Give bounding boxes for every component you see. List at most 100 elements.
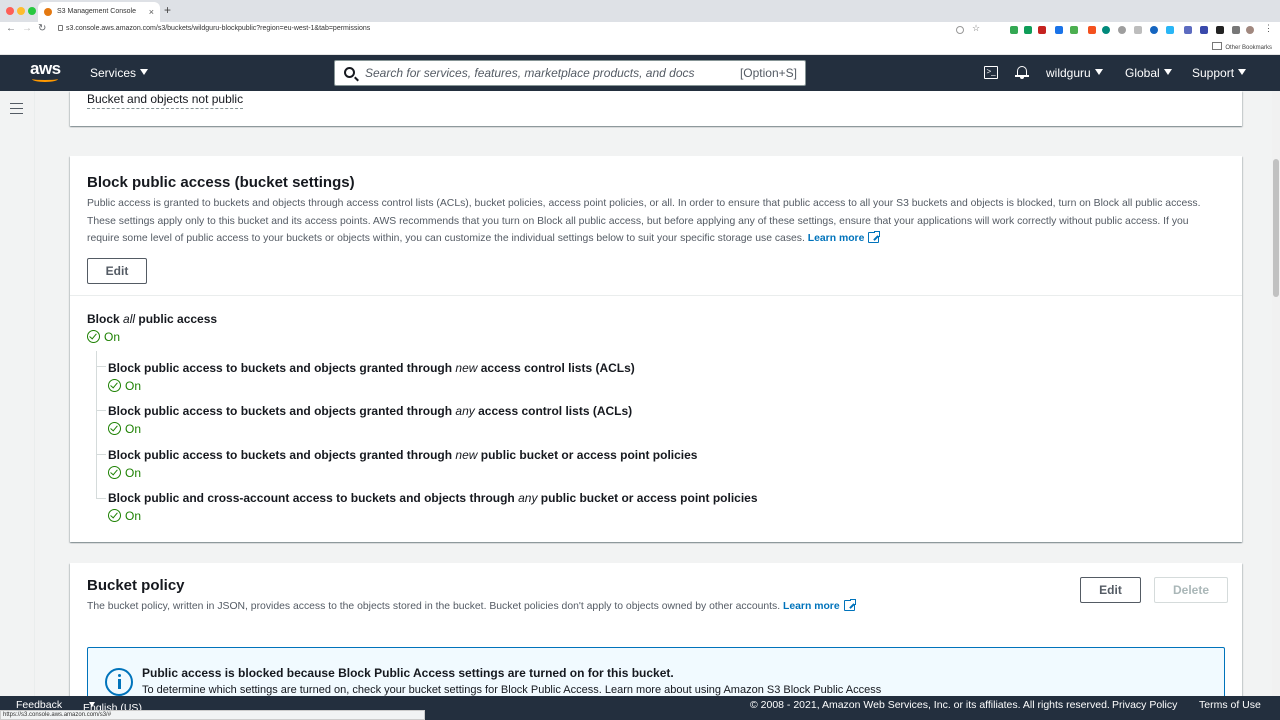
extension-icon[interactable]: [1102, 26, 1110, 34]
extension-icon[interactable]: [1184, 26, 1192, 34]
other-bookmarks-folder[interactable]: Other Bookmarks: [1212, 42, 1272, 51]
setting-label: Block public and cross-account access to…: [108, 491, 758, 505]
support-label: Support: [1192, 66, 1235, 80]
extension-icon[interactable]: [1055, 26, 1063, 34]
info-icon: [105, 668, 133, 696]
edit-block-public-access-button[interactable]: Edit: [87, 258, 147, 284]
setting-new-acls: Block public access to buckets and objec…: [108, 361, 635, 393]
services-menu[interactable]: Services: [90, 66, 149, 80]
window-zoom-control[interactable]: [28, 7, 36, 15]
cloudshell-icon[interactable]: >_: [984, 66, 998, 79]
new-tab-button[interactable]: +: [164, 3, 171, 17]
caret-down-icon: [1163, 69, 1172, 75]
caret-down-icon: [140, 69, 149, 75]
status-on: On: [108, 422, 632, 436]
setting-label: Block all public access: [87, 312, 218, 326]
description-text: Public access is granted to buckets and …: [87, 198, 1201, 244]
notifications-bell-icon[interactable]: [1015, 65, 1029, 79]
privacy-policy-link[interactable]: Privacy Policy: [1112, 699, 1177, 711]
browser-tab[interactable]: S3 Management Console ×: [38, 2, 160, 22]
window-minimize-control[interactable]: [17, 7, 25, 15]
block-public-access-description: Public access is granted to buckets and …: [87, 195, 1212, 248]
tree-connector: [96, 411, 106, 455]
caret-down-icon: [1238, 69, 1247, 75]
search-input[interactable]: [365, 63, 725, 83]
extension-icon[interactable]: [1118, 26, 1126, 34]
extension-icon[interactable]: [1166, 26, 1174, 34]
delete-bucket-policy-button[interactable]: Delete: [1154, 577, 1228, 603]
alert-body: To determine which settings are turned o…: [142, 684, 882, 696]
bookmarks-bar: Other Bookmarks: [0, 38, 1280, 55]
extension-icon[interactable]: [1200, 26, 1208, 34]
external-link-icon: [843, 598, 857, 611]
account-menu[interactable]: wildguru: [1046, 66, 1103, 80]
status-on: On: [108, 379, 635, 393]
extension-icon[interactable]: [1070, 26, 1078, 34]
tab-close-icon[interactable]: ×: [149, 2, 154, 22]
tree-connector: [96, 351, 106, 367]
aws-favicon-icon: [44, 8, 52, 16]
setting-any-acls: Block public access to buckets and objec…: [108, 404, 632, 436]
aws-logo[interactable]: aws: [30, 60, 62, 85]
edit-bucket-policy-button[interactable]: Edit: [1080, 577, 1141, 603]
hamburger-menu-icon[interactable]: [10, 103, 23, 114]
access-summary-text[interactable]: Bucket and objects not public: [87, 92, 244, 109]
block-public-access-title: Block public access (bucket settings): [87, 174, 355, 191]
profile-avatar[interactable]: [1246, 26, 1254, 34]
block-public-access-card: Block public access (bucket settings) Pu…: [70, 156, 1242, 542]
extension-icon[interactable]: [1232, 26, 1240, 34]
extension-icon[interactable]: [1024, 26, 1032, 34]
access-summary-card: Bucket and objects not public: [70, 91, 1242, 126]
browser-status-url: https://s3.console.aws.amazon.com/s3/#: [0, 710, 425, 720]
tree-connector: [96, 367, 106, 411]
extension-icon[interactable]: [1010, 26, 1018, 34]
aws-smile-icon: [32, 76, 58, 82]
terms-of-use-link[interactable]: Terms of Use: [1199, 699, 1261, 711]
setting-label: Block public access to buckets and objec…: [108, 361, 635, 375]
page-scrollbar[interactable]: [1272, 91, 1280, 696]
caret-down-icon: [1094, 69, 1103, 75]
region-menu[interactable]: Global: [1125, 66, 1172, 80]
account-label: wildguru: [1046, 66, 1091, 80]
alert-title: Public access is blocked because Block P…: [142, 666, 674, 680]
check-circle-icon: [108, 379, 121, 392]
browser-menu-icon[interactable]: ⋮: [1264, 23, 1273, 33]
check-circle-icon: [108, 422, 121, 435]
setting-label: Block public access to buckets and objec…: [108, 404, 633, 418]
caret-down-icon: [89, 702, 95, 707]
setting-label: Block public access to buckets and objec…: [108, 448, 698, 462]
setting-new-policies: Block public access to buckets and objec…: [108, 448, 697, 480]
back-arrow-icon[interactable]: ←: [6, 23, 16, 34]
check-circle-icon: [108, 466, 121, 479]
search-shortcut: [Option+S]: [739, 66, 797, 80]
star-icon[interactable]: ☆: [972, 23, 980, 33]
window-close-control[interactable]: [6, 7, 14, 15]
learn-more-link[interactable]: Learn more: [807, 230, 882, 244]
url-text: s3.console.aws.amazon.com/s3/buckets/wil…: [66, 25, 371, 32]
extension-icon[interactable]: [1038, 26, 1046, 34]
global-search[interactable]: [Option+S]: [334, 60, 806, 86]
learn-more-label: Learn more: [807, 233, 865, 244]
extension-icon[interactable]: [1216, 26, 1224, 34]
search-icon: [344, 67, 355, 78]
extension-icon[interactable]: [1088, 26, 1096, 34]
check-circle-icon: [87, 330, 100, 343]
region-label: Global: [1125, 66, 1160, 80]
zoom-icon[interactable]: [956, 26, 964, 34]
learn-more-label: Learn more: [783, 601, 840, 612]
extension-icon[interactable]: [1150, 26, 1158, 34]
scrollbar-thumb[interactable]: [1273, 159, 1279, 297]
tree-connector: [96, 455, 106, 499]
description-text: The bucket policy, written in JSON, prov…: [87, 601, 781, 612]
aws-top-nav: aws Services [Option+S] >_ wildguru Glob…: [0, 55, 1280, 91]
external-link-icon: [868, 230, 882, 243]
services-label: Services: [90, 66, 137, 80]
status-on: On: [108, 466, 697, 480]
forward-arrow-icon[interactable]: →: [22, 23, 32, 34]
url-field[interactable]: s3.console.aws.amazon.com/s3/buckets/wil…: [58, 25, 370, 32]
reload-icon[interactable]: ↻: [38, 23, 46, 34]
lock-icon: [58, 25, 63, 31]
support-menu[interactable]: Support: [1192, 66, 1247, 80]
extension-icon[interactable]: [1134, 26, 1142, 34]
learn-more-link[interactable]: Learn more: [783, 598, 857, 612]
